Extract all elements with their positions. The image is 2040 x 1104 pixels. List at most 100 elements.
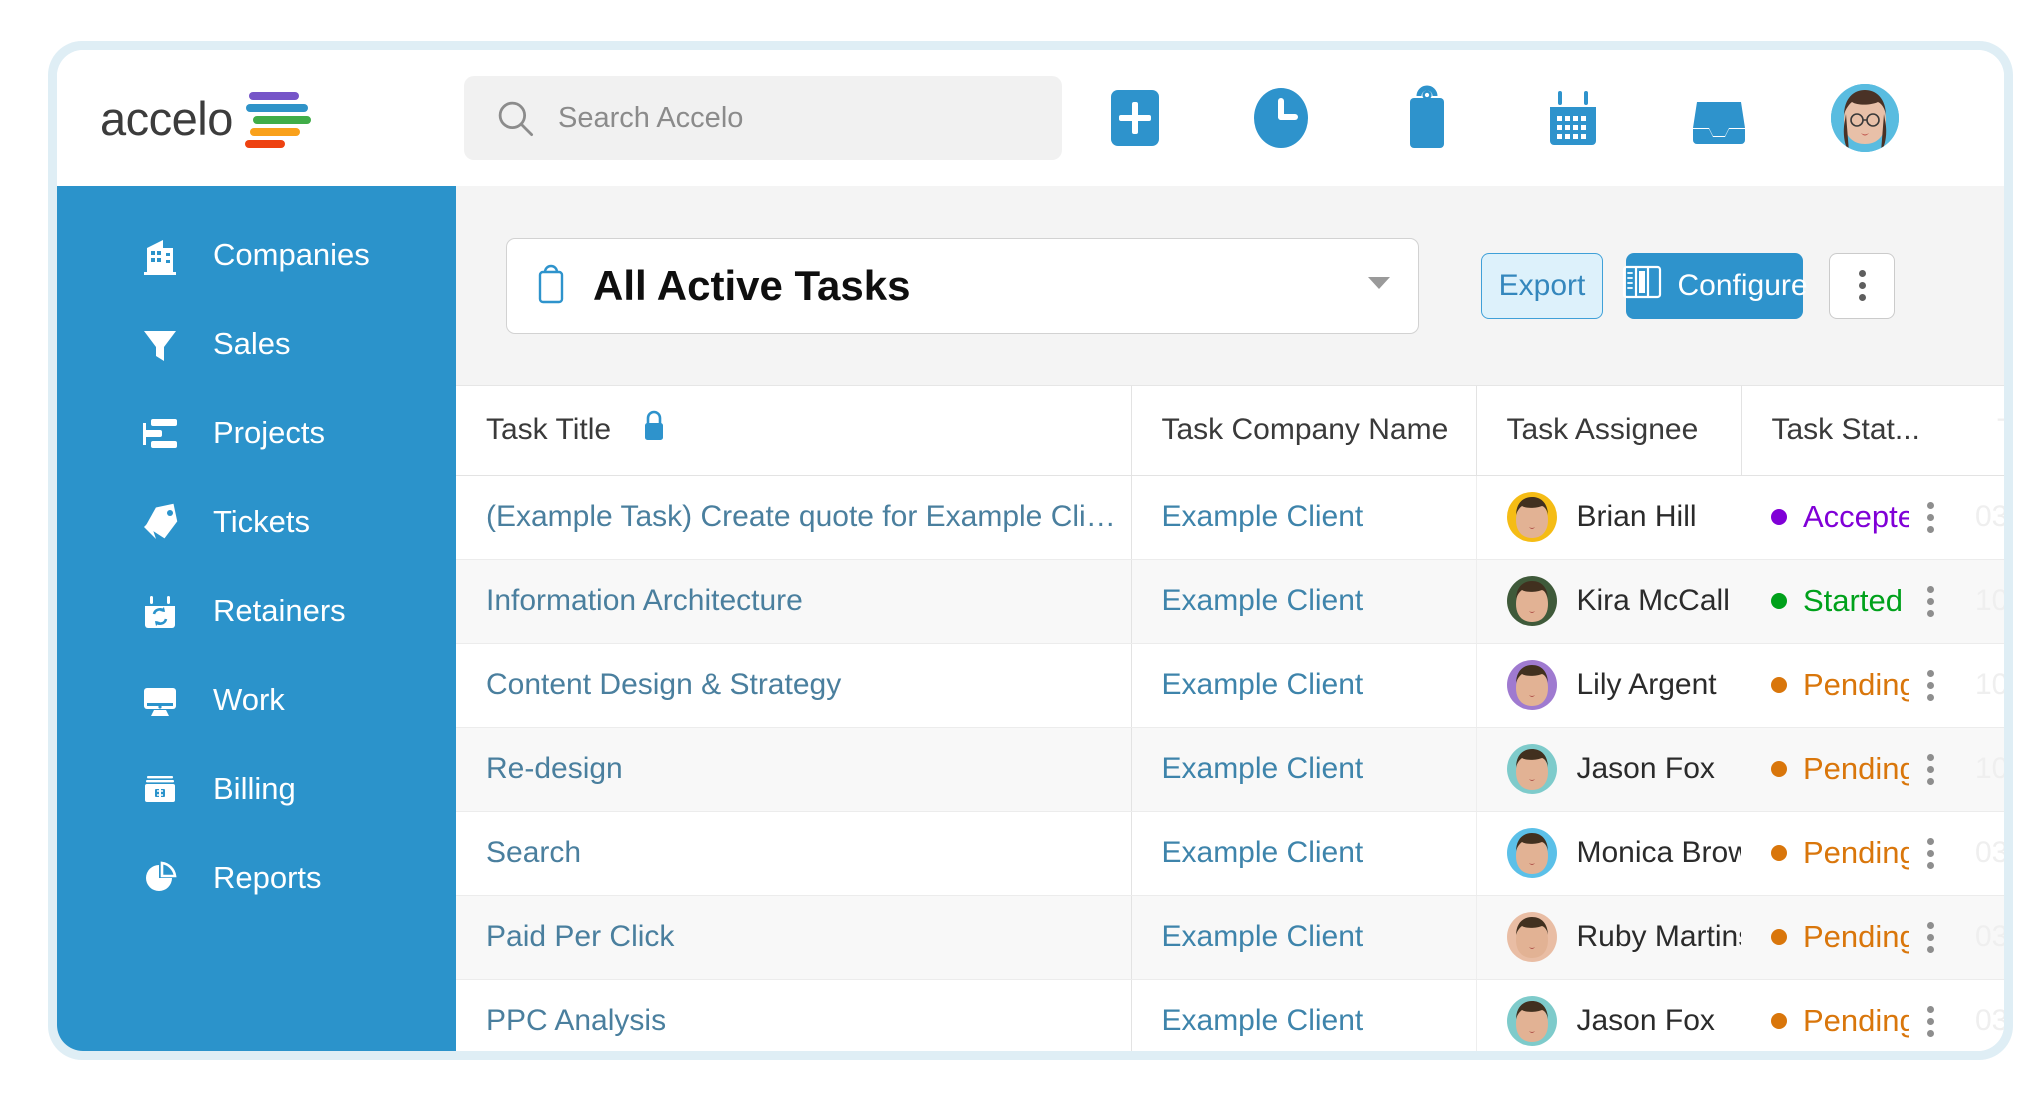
sidebar-item-label: Tickets — [213, 504, 310, 540]
avatar — [1507, 996, 1557, 1046]
table-row[interactable]: Paid Per ClickExample ClientRuby Martins… — [456, 895, 2004, 979]
cell-task-assignee: Kira McCall — [1476, 559, 1741, 643]
cell-task-status: Pending — [1741, 643, 1909, 727]
cell-task-assignee: Brian Hill — [1476, 475, 1741, 559]
avatar — [1507, 660, 1557, 710]
cell-truncated-date: 10 — [1967, 559, 2004, 643]
sidebar-item-sales[interactable]: Sales — [57, 299, 456, 388]
view-selector-dropdown[interactable]: All Active Tasks — [506, 238, 1419, 334]
sidebar-item-label: Reports — [213, 860, 322, 896]
table-row[interactable]: (Example Task) Create quote for Example … — [456, 475, 2004, 559]
status-badge: Started — [1803, 583, 1903, 619]
status-badge: Pending — [1803, 751, 1909, 787]
export-button[interactable]: Export — [1481, 253, 1603, 319]
sidebar-item-reports[interactable]: Reports — [57, 833, 456, 922]
pie-chart-icon — [137, 855, 183, 901]
cash-drawer-icon — [137, 766, 183, 812]
status-badge: Pending — [1803, 919, 1909, 955]
cell-row-actions[interactable] — [1909, 643, 1967, 727]
cell-task-company[interactable]: Example Client — [1131, 643, 1476, 727]
cell-task-title[interactable]: Re-design — [456, 727, 1131, 811]
sidebar-item-label: Sales — [213, 326, 291, 362]
row-kebab-menu-icon[interactable] — [1927, 754, 1934, 785]
chevron-down-icon — [1366, 274, 1392, 297]
cell-task-assignee: Lily Argent — [1476, 643, 1741, 727]
table-row[interactable]: Content Design & StrategyExample Client L… — [456, 643, 2004, 727]
calendar-icon[interactable] — [1500, 85, 1646, 151]
task-table-container[interactable]: Task Title — [456, 386, 2004, 1051]
cell-truncated-date: 03 — [1967, 475, 2004, 559]
building-icon — [137, 232, 183, 278]
assignee-name: Lily Argent — [1577, 668, 1717, 702]
clock-icon[interactable] — [1208, 84, 1354, 152]
cell-task-assignee: Jason Fox — [1476, 979, 1741, 1051]
cell-row-actions[interactable] — [1909, 559, 1967, 643]
user-avatar[interactable] — [1792, 84, 1938, 152]
assignee-name: Jason Fox — [1577, 752, 1715, 786]
search-icon — [494, 97, 536, 139]
assignee-name: Monica Brown — [1577, 836, 1742, 870]
cell-task-title[interactable]: Paid Per Click — [456, 895, 1131, 979]
column-header-label: Task Stat... — [1772, 413, 1920, 446]
column-header-label: Task Title — [486, 413, 611, 447]
avatar — [1507, 828, 1557, 878]
column-header-task-company-name[interactable]: Task Company Name — [1131, 386, 1476, 475]
status-badge: Pending — [1803, 835, 1909, 871]
assignee-name: Kira McCall — [1577, 584, 1730, 618]
sidebar-item-projects[interactable]: Projects — [57, 388, 456, 477]
column-header-label: Task Assignee — [1507, 413, 1699, 446]
status-badge: Pending — [1803, 1003, 1909, 1039]
cell-task-title[interactable]: Information Architecture — [456, 559, 1131, 643]
sidebar-item-retainers[interactable]: Retainers — [57, 566, 456, 655]
cell-task-title[interactable]: Search — [456, 811, 1131, 895]
sidebar-item-companies[interactable]: Companies — [57, 210, 456, 299]
configure-button[interactable]: Configure — [1626, 253, 1803, 319]
avatar — [1507, 912, 1557, 962]
row-kebab-menu-icon[interactable] — [1927, 922, 1934, 953]
column-header-task-title[interactable]: Task Title — [456, 386, 1131, 475]
cell-truncated-date: 03 — [1967, 811, 2004, 895]
cell-row-actions[interactable] — [1909, 811, 1967, 895]
cell-task-company[interactable]: Example Client — [1131, 979, 1476, 1051]
table-row[interactable]: SearchExample Client Monica Brown Pending 0… — [456, 811, 2004, 895]
assignee-name: Jason Fox — [1577, 1004, 1715, 1038]
app-logo[interactable]: accelo — [57, 50, 456, 186]
row-kebab-menu-icon[interactable] — [1927, 502, 1934, 533]
cell-row-actions[interactable] — [1909, 727, 1967, 811]
column-header-truncated[interactable]: Ta — [1967, 386, 2004, 475]
column-header-task-assignee[interactable]: Task Assignee — [1476, 386, 1741, 475]
assignee-name: Brian Hill — [1577, 500, 1697, 534]
funnel-icon — [137, 321, 183, 367]
sidebar-item-work[interactable]: Work — [57, 655, 456, 744]
table-row[interactable]: Re-designExample ClientJason FoxPending1… — [456, 727, 2004, 811]
more-options-button[interactable] — [1829, 253, 1895, 319]
cell-task-company[interactable]: Example Client — [1131, 811, 1476, 895]
sidebar-item-tickets[interactable]: Tickets — [57, 477, 456, 566]
add-icon[interactable] — [1062, 86, 1208, 150]
row-kebab-menu-icon[interactable] — [1927, 1006, 1934, 1037]
cell-row-actions[interactable] — [1909, 475, 1967, 559]
table-row[interactable]: PPC AnalysisExample Client Jason Fox Pendi… — [456, 979, 2004, 1051]
briefcase-icon[interactable] — [1354, 84, 1500, 152]
logo-bars-icon — [241, 92, 311, 148]
sidebar-item-billing[interactable]: Billing — [57, 744, 456, 833]
cell-task-company[interactable]: Example Client — [1131, 559, 1476, 643]
cell-task-company[interactable]: Example Client — [1131, 895, 1476, 979]
cell-row-actions[interactable] — [1909, 979, 1967, 1051]
inbox-icon[interactable] — [1646, 88, 1792, 148]
row-kebab-menu-icon[interactable] — [1927, 838, 1934, 869]
cell-row-actions[interactable] — [1909, 895, 1967, 979]
status-dot-icon — [1771, 845, 1787, 861]
cell-task-company[interactable]: Example Client — [1131, 727, 1476, 811]
view-toolbar: All Active Tasks Export — [456, 186, 2004, 386]
cell-task-company[interactable]: Example Client — [1131, 475, 1476, 559]
cell-task-title[interactable]: Content Design & Strategy — [456, 643, 1131, 727]
row-kebab-menu-icon[interactable] — [1927, 670, 1934, 701]
table-row[interactable]: Information ArchitectureExample Client Ki… — [456, 559, 2004, 643]
search-input[interactable]: Search Accelo — [464, 76, 1062, 160]
cell-task-status: Started — [1741, 559, 1909, 643]
cell-task-title[interactable]: (Example Task) Create quote for Example … — [456, 475, 1131, 559]
cell-task-title[interactable]: PPC Analysis — [456, 979, 1131, 1051]
column-header-task-status[interactable]: Task Stat... — [1741, 386, 1909, 475]
row-kebab-menu-icon[interactable] — [1927, 586, 1934, 617]
